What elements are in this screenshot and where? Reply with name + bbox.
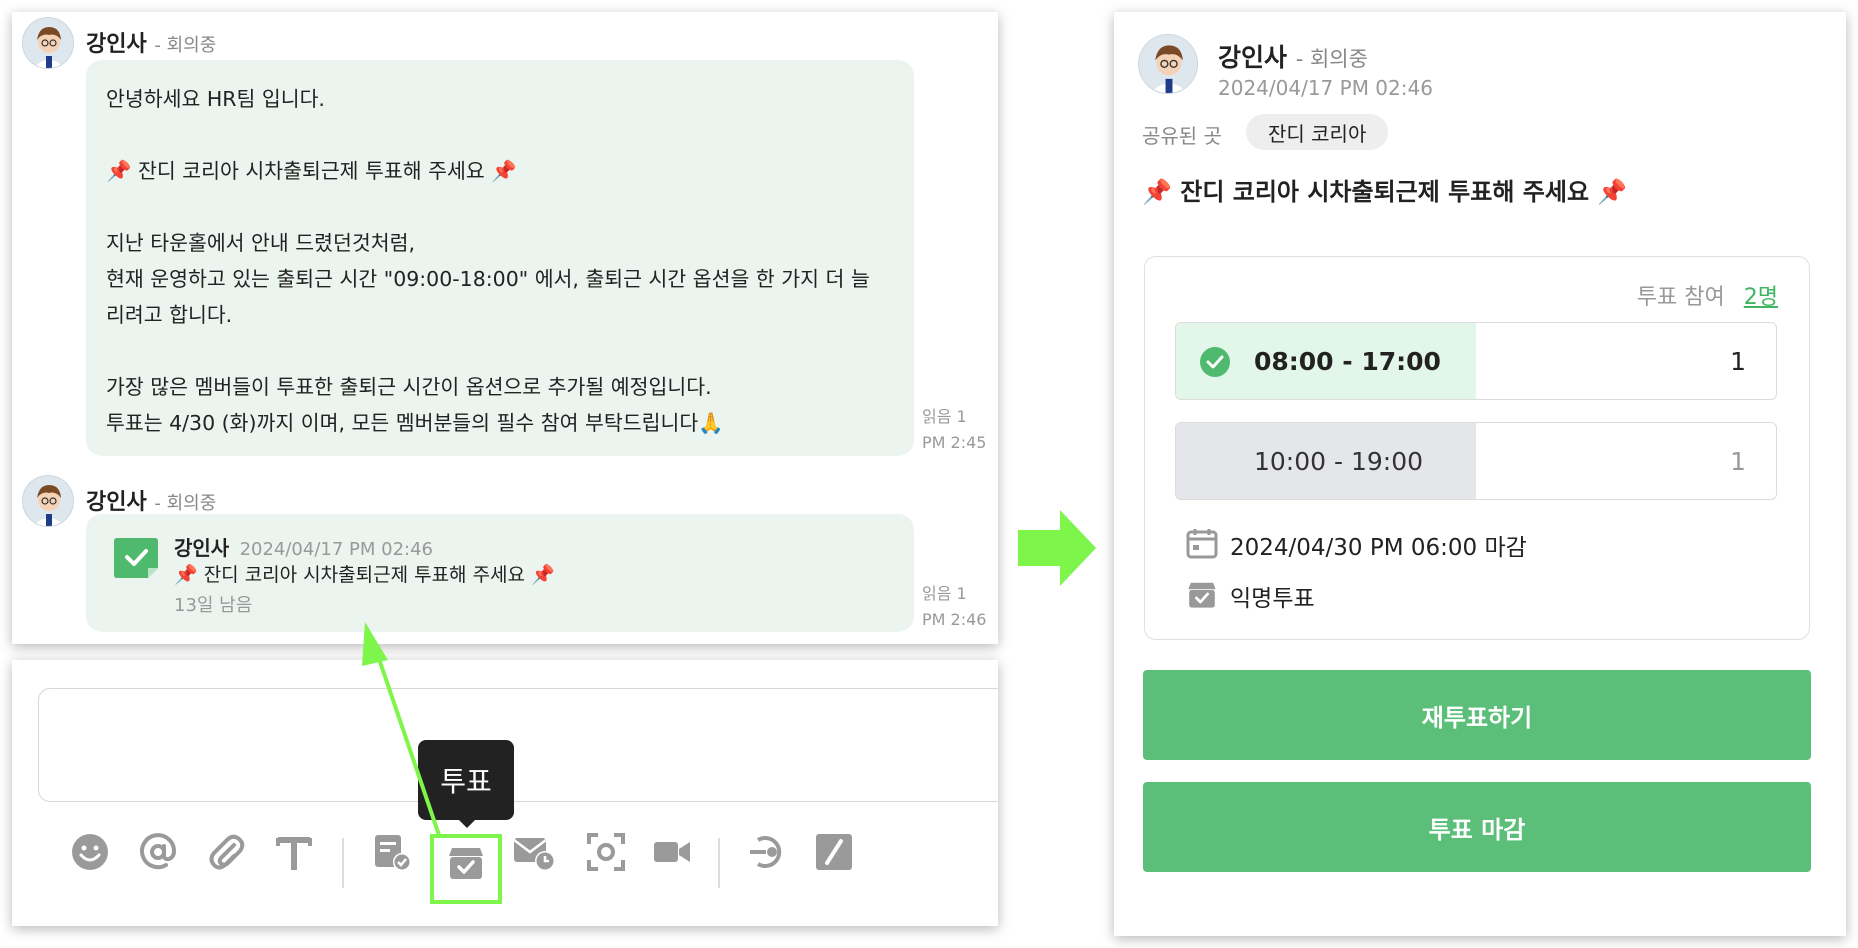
poll-date: 2024/04/17 PM 02:46 xyxy=(1218,76,1433,100)
poll-option[interactable]: 08:00 - 17:00 1 xyxy=(1175,322,1777,400)
participants-link[interactable]: 2명 xyxy=(1744,285,1778,310)
poll-author-status: - 회의중 xyxy=(1295,47,1368,71)
close-poll-button-label: 투표 마감 xyxy=(1428,815,1526,844)
poll-author-avatar[interactable] xyxy=(1138,34,1198,94)
participants: 투표 참여 2명 xyxy=(1500,279,1778,311)
poll-author-name[interactable]: 강인사 - 회의중 xyxy=(1218,38,1368,74)
revote-button[interactable]: 재투표하기 xyxy=(1143,670,1811,760)
poll-deadline: 2024/04/30 PM 06:00 마감 xyxy=(1230,535,1527,561)
shared-label: 공유된 곳 xyxy=(1142,124,1222,148)
option-count: 1 xyxy=(1730,446,1746,476)
shared-chip[interactable]: 잔디 코리아 xyxy=(1246,114,1389,150)
anonymous-label: 익명투표 xyxy=(1230,586,1315,612)
option-count: 1 xyxy=(1730,346,1746,376)
poll-option[interactable]: 10:00 - 19:00 1 xyxy=(1175,422,1777,500)
close-poll-button[interactable]: 투표 마감 xyxy=(1143,782,1811,872)
option-label: 08:00 - 17:00 xyxy=(1254,346,1441,376)
shared-chip-label: 잔디 코리아 xyxy=(1268,121,1367,146)
poll-title: 📌 잔디 코리아 시차출퇴근제 투표해 주세요 📌 xyxy=(1142,178,1628,206)
option-label: 10:00 - 19:00 xyxy=(1254,446,1424,476)
poll-author-label: 강인사 xyxy=(1218,43,1288,72)
check-circle-icon xyxy=(1200,347,1230,382)
revote-button-label: 재투표하기 xyxy=(1421,703,1533,732)
participants-label: 투표 참여 xyxy=(1636,285,1725,310)
calendar-icon xyxy=(1186,527,1218,564)
anonymous-vote-icon xyxy=(1186,578,1218,615)
